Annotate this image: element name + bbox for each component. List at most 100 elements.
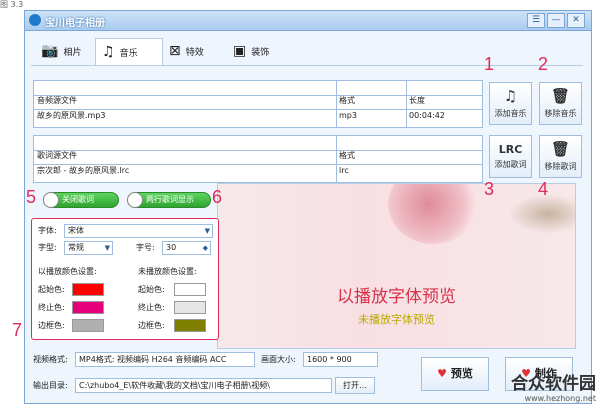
- music-header-file: 音频源文件: [37, 96, 77, 105]
- callout-2: 2: [538, 54, 549, 74]
- font-value: 宋体: [68, 226, 84, 235]
- menu-button[interactable]: ☰: [527, 13, 545, 28]
- lyrics-header-format: 格式: [339, 151, 355, 160]
- font-settings-panel: 字体: 宋体 ▼ 字型: 常规 ▼ 字号: 30 ◆ 以播放颜色设置: 未播放颜…: [31, 218, 219, 340]
- stepper-arrows-icon: ◆: [202, 244, 208, 252]
- played-preview-text: 以播放字体预览: [337, 287, 456, 307]
- top-caption: 图 3.3: [0, 0, 24, 9]
- minimize-button[interactable]: —: [547, 13, 565, 28]
- tab-music[interactable]: ♫ 音乐: [95, 38, 163, 65]
- add-lyrics-button[interactable]: LRC 添加歌词: [489, 135, 532, 178]
- tab-music-label: 音乐: [119, 48, 138, 59]
- tab-decorations[interactable]: ▣ 装饰: [227, 38, 275, 64]
- frame-size-value: 1600 * 900: [307, 355, 352, 364]
- played-border-label: 边框色:: [38, 321, 65, 330]
- app-logo-icon: [29, 14, 41, 26]
- unplayed-start-color[interactable]: [174, 283, 206, 296]
- unplayed-color-title: 未播放颜色设置:: [138, 267, 197, 276]
- callout-5: 5: [26, 187, 37, 207]
- frame-size-label: 画面大小:: [261, 355, 296, 364]
- video-format-label: 视频格式:: [33, 355, 68, 364]
- music-header-length: 长度: [409, 96, 425, 105]
- remove-music-button[interactable]: 🗑 移除音乐: [539, 82, 582, 125]
- rose-image: [388, 184, 478, 244]
- size-stepper[interactable]: 30 ◆: [162, 241, 211, 255]
- frame-size-select[interactable]: 1600 * 900: [303, 352, 378, 367]
- lrc-icon: LRC: [498, 143, 523, 156]
- size-value: 30: [166, 243, 177, 252]
- music-header-format: 格式: [339, 96, 355, 105]
- played-start-color[interactable]: [72, 283, 104, 296]
- style-value: 常规: [68, 243, 84, 252]
- tab-photos-label: 相片: [63, 47, 82, 58]
- chevron-down-icon: ▼: [104, 244, 110, 252]
- played-border-color[interactable]: [72, 319, 104, 332]
- callout-6: 6: [212, 187, 223, 207]
- trash-icon: 🗑: [550, 140, 571, 158]
- video-format-value: MP4格式: 视频编码 H264 音频编码 ACC: [79, 355, 227, 364]
- lyrics-preview: 以播放字体预览 未播放字体预览: [217, 183, 576, 349]
- output-dir-field[interactable]: C:\zhubo4_E\软件收藏\我的文档\宝川电子相册\视频\: [75, 378, 332, 393]
- tab-effects[interactable]: ⊠ 特效: [163, 38, 210, 64]
- camera-icon: 📷: [41, 43, 59, 59]
- heart-icon: ♥: [437, 367, 448, 380]
- callout-3: 3: [484, 179, 495, 199]
- remove-music-label: 移除音乐: [544, 109, 577, 118]
- unplayed-end-color[interactable]: [174, 301, 206, 314]
- font-select[interactable]: 宋体 ▼: [64, 224, 213, 238]
- output-dir-value: C:\zhubo4_E\软件收藏\我的文档\宝川电子相册\视频\: [79, 381, 270, 390]
- tab-effects-label: 特效: [185, 47, 204, 58]
- watermark-url: www.hezhong.net: [524, 394, 596, 403]
- close-lyrics-label: 关闭歌词: [62, 195, 94, 204]
- unplayed-border-color[interactable]: [174, 319, 206, 332]
- style-label: 字型:: [38, 243, 57, 252]
- music-add-icon: ♫: [503, 87, 518, 105]
- lyrics-table: 歌词源文件 格式 宗次郎 - 故乡的原风景.lrc lrc: [33, 135, 483, 183]
- remove-lyrics-button[interactable]: 🗑 移除歌词: [539, 135, 582, 178]
- music-cell-format[interactable]: mp3: [339, 110, 357, 122]
- effects-icon: ⊠: [169, 43, 181, 59]
- played-end-color[interactable]: [72, 301, 104, 314]
- unplayed-start-label: 起始色:: [138, 285, 165, 294]
- music-cell-length[interactable]: 00:04:42: [409, 110, 445, 122]
- music-note-icon: ♫: [102, 44, 115, 60]
- font-label: 字体:: [38, 226, 57, 235]
- callout-7: 7: [12, 320, 23, 340]
- music-cell-file[interactable]: 故乡的原风景.mp3: [37, 110, 106, 122]
- open-folder-button[interactable]: 打开…: [335, 377, 375, 394]
- close-button[interactable]: ✕: [567, 13, 585, 28]
- picture-icon: ▣: [233, 43, 247, 59]
- callout-4: 4: [538, 179, 549, 199]
- title-bar: 宝川电子相册 ☰ — ✕: [25, 11, 591, 31]
- tab-divider: [31, 65, 583, 66]
- size-label: 字号:: [136, 243, 155, 252]
- window-title: 宝川电子相册: [45, 18, 105, 29]
- remove-lyrics-label: 移除歌词: [544, 162, 577, 171]
- music-table: 音频源文件 格式 长度 故乡的原风景.mp3 mp3 00:04:42: [33, 80, 483, 128]
- lyrics-cell-format[interactable]: lrc: [339, 165, 349, 177]
- tab-photos[interactable]: 📷 相片: [35, 38, 87, 64]
- played-color-title: 以播放颜色设置:: [38, 267, 97, 276]
- close-lyrics-toggle[interactable]: 关闭歌词: [43, 192, 119, 208]
- leaf-image: [508, 194, 575, 234]
- add-lyrics-label: 添加歌词: [494, 160, 527, 169]
- lyrics-header-file: 歌词源文件: [37, 151, 77, 160]
- preview-button-label: 预览: [450, 367, 473, 380]
- style-select[interactable]: 常规 ▼: [64, 241, 113, 255]
- two-line-lyrics-toggle[interactable]: 两行歌词显示: [127, 192, 211, 208]
- unplayed-preview-text: 未播放字体预览: [358, 313, 435, 326]
- chevron-down-icon: ▼: [204, 227, 210, 235]
- toggle-knob: [127, 192, 143, 208]
- lyrics-cell-file[interactable]: 宗次郎 - 故乡的原风景.lrc: [37, 165, 129, 177]
- app-window: 宝川电子相册 ☰ — ✕ 📷 相片 ♫ 音乐 ⊠ 特效 ▣ 装饰 音频源文件 格…: [24, 10, 592, 404]
- two-line-label: 两行歌词显示: [146, 195, 194, 204]
- output-dir-label: 输出目录:: [33, 381, 68, 390]
- toggle-knob: [43, 192, 59, 208]
- video-format-select[interactable]: MP4格式: 视频编码 H264 音频编码 ACC: [75, 352, 255, 367]
- add-music-label: 添加音乐: [494, 109, 527, 118]
- played-start-label: 起始色:: [38, 285, 65, 294]
- watermark-name: 合众软件园: [511, 374, 596, 394]
- tab-decorations-label: 装饰: [251, 47, 270, 58]
- add-music-button[interactable]: ♫ 添加音乐: [489, 82, 532, 125]
- callout-1: 1: [484, 54, 495, 74]
